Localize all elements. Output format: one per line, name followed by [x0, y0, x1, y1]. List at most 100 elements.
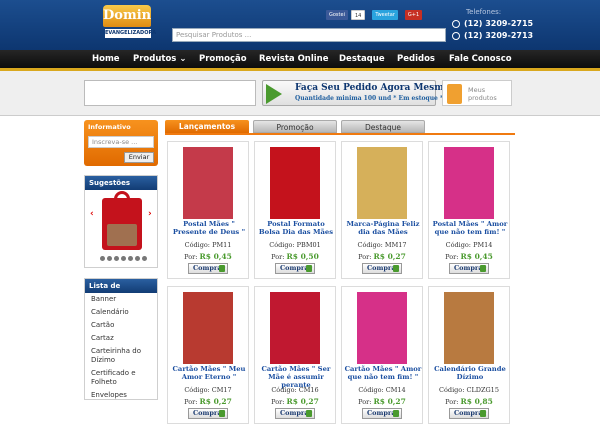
- tab-promocao[interactable]: Promoção: [253, 120, 337, 133]
- product-card[interactable]: Postal Mães " Presente de Deus " Código: …: [167, 141, 249, 279]
- product-name[interactable]: Calendário Grande Dízimo: [431, 365, 509, 381]
- product-card[interactable]: Marca-Página Feliz dia das Mães Código: M…: [341, 141, 423, 279]
- nav-pedidos[interactable]: Pedidos: [397, 50, 435, 68]
- carousel-dots[interactable]: [100, 256, 147, 261]
- nav-promocao[interactable]: Promoção: [199, 50, 247, 68]
- banner-title: Faça Seu Pedido Agora Mesmo!!!: [295, 83, 462, 93]
- product-image[interactable]: [183, 147, 233, 219]
- product-image[interactable]: [270, 292, 320, 364]
- newsletter-submit-button[interactable]: Enviar: [124, 152, 154, 163]
- nav-produtos[interactable]: Produtos ⌄: [133, 50, 186, 68]
- tweet-button[interactable]: Tweetar: [372, 10, 398, 20]
- arrow-icon: [266, 84, 282, 104]
- product-image[interactable]: [357, 147, 407, 219]
- cart-icon: [219, 410, 225, 417]
- product-list-box: Lista de Produtos Banner Calendário Cart…: [84, 278, 158, 400]
- phone-icon: [452, 19, 460, 28]
- product-name[interactable]: Postal Mães " Amor que não tem fim! ": [431, 220, 509, 236]
- newsletter-input[interactable]: Inscreva-se ...: [88, 136, 154, 148]
- promo-box-empty: [84, 80, 256, 106]
- product-image[interactable]: [183, 292, 233, 364]
- product-price: Por: R$ 0,45: [184, 252, 232, 261]
- buy-button[interactable]: Comprar: [188, 263, 228, 274]
- buy-button[interactable]: Comprar: [275, 408, 315, 419]
- nav-revista[interactable]: Revista Online: [259, 50, 329, 68]
- tab-lancamentos[interactable]: Lançamentos: [165, 120, 249, 133]
- product-name[interactable]: Marca-Página Feliz dia das Mães: [344, 220, 422, 236]
- category-envelopes[interactable]: Envelopes: [91, 391, 151, 400]
- product-image[interactable]: [357, 292, 407, 364]
- product-name[interactable]: Cartão Mães " Amor que não tem fim! ": [344, 365, 422, 381]
- product-code: Código: CM14: [358, 386, 406, 394]
- product-price: Por: R$ 0,45: [445, 252, 493, 261]
- product-name[interactable]: Postal Formato Bolsa Dia das Mães: [257, 220, 335, 236]
- cart-icon: [219, 265, 225, 272]
- product-code: Código: PM14: [445, 241, 493, 249]
- buy-button[interactable]: Comprar: [449, 263, 489, 274]
- site-logo[interactable]: Domin EVANGELIZADORA: [103, 3, 156, 44]
- product-card[interactable]: Postal Mães " Amor que não tem fim! " Cód…: [428, 141, 510, 279]
- buy-button[interactable]: Comprar: [275, 263, 315, 274]
- product-code: Código: CM17: [184, 386, 232, 394]
- banner-subtitle: Quantidade minima 100 und * Em estoque *: [295, 95, 444, 102]
- facebook-like-button[interactable]: Gostei: [326, 10, 348, 20]
- nav-fale-conosco[interactable]: Fale Conosco: [449, 50, 512, 68]
- product-card[interactable]: Cartão Mães " Ser Mãe é assumir perante C…: [254, 286, 336, 424]
- category-carteirinha[interactable]: Carteirinha do Dízimo: [91, 347, 151, 365]
- phone-block: Telefones: (12) 3209-2715 (12) 3209-2713: [452, 8, 533, 40]
- product-image[interactable]: [444, 147, 494, 219]
- tab-destaque[interactable]: Destaque: [341, 120, 425, 133]
- category-certificado[interactable]: Certificado e Folheto: [91, 369, 151, 387]
- product-code: Código: CLDZG15: [439, 386, 499, 394]
- cart-box[interactable]: Meus produtos: [442, 80, 512, 106]
- cart-icon: [480, 265, 486, 272]
- chevron-down-icon: ⌄: [179, 54, 187, 64]
- main-nav: Home Produtos ⌄ Promoção Revista Online …: [0, 50, 600, 68]
- tab-underline: [165, 133, 515, 135]
- cart-icon: [393, 410, 399, 417]
- cart-label: Meus produtos: [468, 86, 497, 102]
- buy-button[interactable]: Comprar: [362, 263, 402, 274]
- newsletter-title: Informativo: [88, 123, 131, 131]
- product-card[interactable]: Postal Formato Bolsa Dia das Mães Código:…: [254, 141, 336, 279]
- product-price: Por: R$ 0,27: [184, 397, 232, 406]
- product-price: Por: R$ 0,50: [271, 252, 319, 261]
- cart-icon: [480, 410, 486, 417]
- category-calendario[interactable]: Calendário: [91, 308, 151, 317]
- nav-home[interactable]: Home: [92, 50, 120, 68]
- product-name[interactable]: Postal Mães " Presente de Deus ": [170, 220, 248, 236]
- suggestion-image[interactable]: [102, 191, 142, 250]
- like-count: 14: [350, 10, 366, 20]
- product-card[interactable]: Cartão Mães " Meu Amor Eterno " Código: C…: [167, 286, 249, 424]
- product-price: Por: R$ 0,27: [358, 252, 406, 261]
- suggestions-title: Sugestões: [85, 176, 157, 190]
- product-code: Código: PM11: [184, 241, 232, 249]
- phone-icon: [452, 31, 460, 40]
- logo-text: Domin: [103, 5, 151, 27]
- nav-destaque[interactable]: Destaque: [339, 50, 385, 68]
- buy-button[interactable]: Comprar: [188, 408, 228, 419]
- category-cartaz[interactable]: Cartaz: [91, 334, 151, 343]
- chevron-right-icon[interactable]: ›: [148, 209, 152, 219]
- buy-button[interactable]: Comprar: [449, 408, 489, 419]
- buy-button[interactable]: Comprar: [362, 408, 402, 419]
- phone-2: (12) 3209-2713: [452, 31, 533, 40]
- search-input[interactable]: Pesquisar Produtos ...: [172, 28, 446, 42]
- product-card[interactable]: Calendário Grande Dízimo Código: CLDZG15 P…: [428, 286, 510, 424]
- product-name[interactable]: Cartão Mães " Meu Amor Eterno ": [170, 365, 248, 381]
- phone-1: (12) 3209-2715: [452, 19, 533, 28]
- google-plus-button[interactable]: G+1: [404, 10, 423, 20]
- site-header: Domin EVANGELIZADORA Gostei 14 Tweetar G…: [0, 0, 600, 50]
- chevron-left-icon[interactable]: ‹: [90, 209, 94, 219]
- product-list-title: Lista de Produtos: [85, 279, 157, 304]
- product-image[interactable]: [270, 147, 320, 219]
- cart-icon: [306, 265, 312, 272]
- product-image[interactable]: [444, 292, 494, 364]
- product-card[interactable]: Cartão Mães " Amor que não tem fim! " Cód…: [341, 286, 423, 424]
- order-banner[interactable]: Faça Seu Pedido Agora Mesmo!!! Quantidad…: [262, 80, 462, 106]
- product-price: Por: R$ 0,27: [358, 397, 406, 406]
- phones-label: Telefones:: [466, 8, 502, 16]
- product-code: Código: CM16: [271, 386, 319, 394]
- category-cartao[interactable]: Cartão: [91, 321, 151, 330]
- product-code: Código: PBM01: [269, 241, 321, 249]
